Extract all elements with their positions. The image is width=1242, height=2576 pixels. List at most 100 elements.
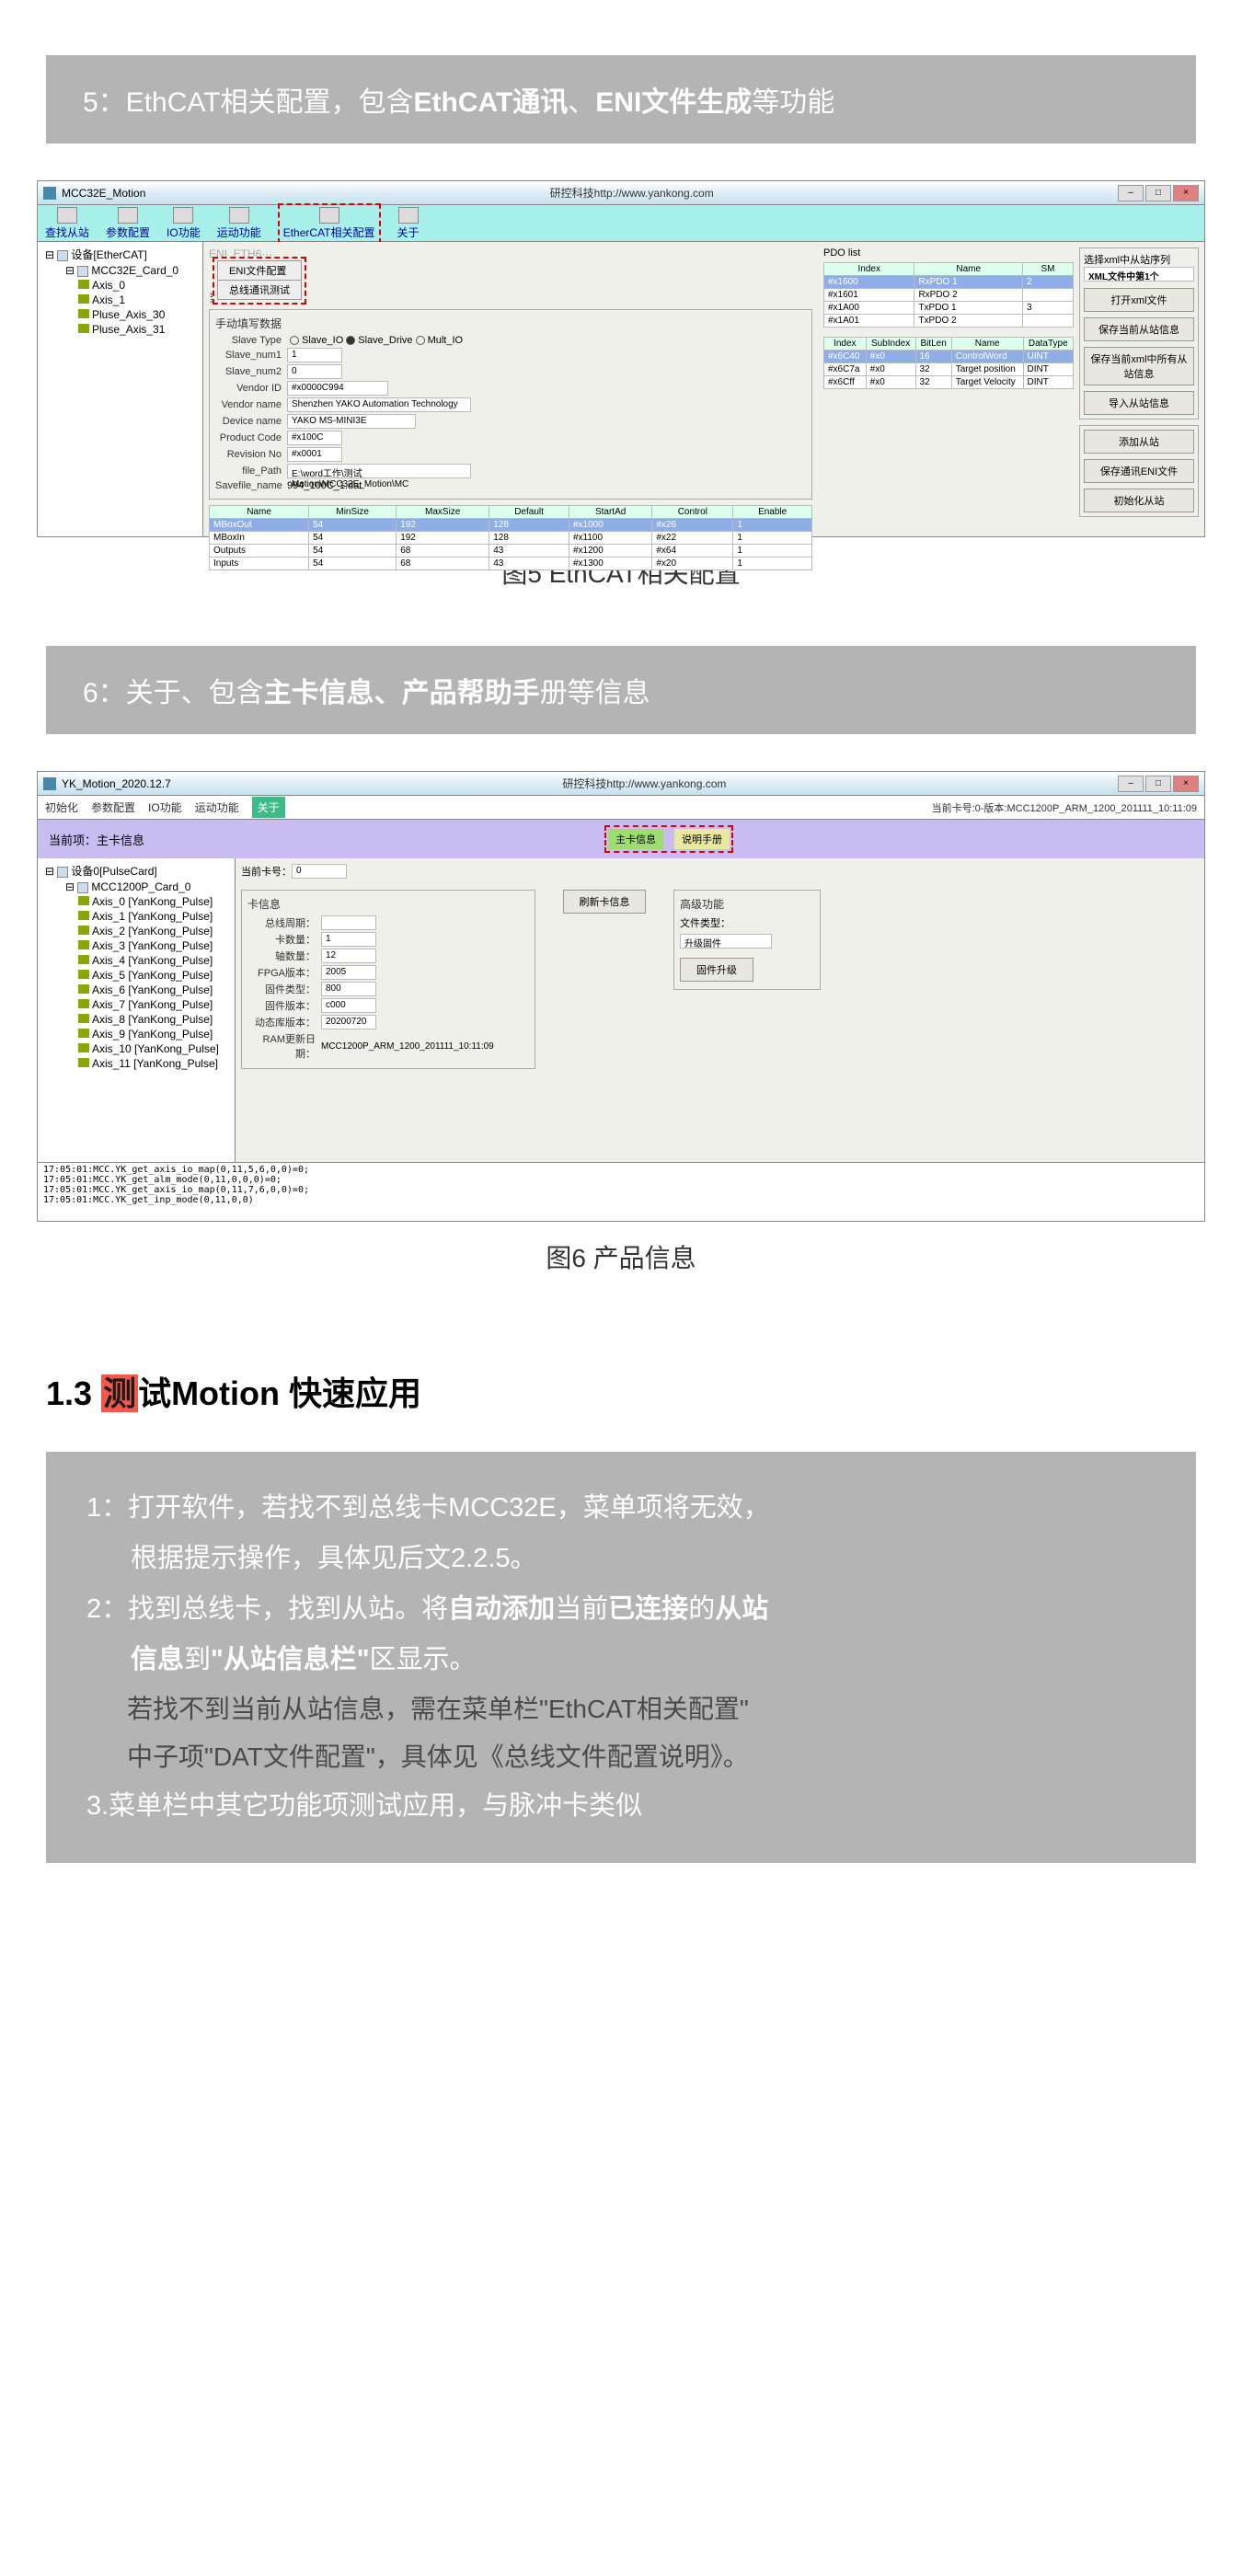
card-num-input[interactable]: 0 (292, 864, 347, 879)
tree-panel: ⊟ 设备[EtherCAT] ⊟ MCC32E_Card_0 Axis_0 Ax… (38, 242, 203, 536)
toolbar-ethcat[interactable]: EtherCAT相关配置 (283, 207, 375, 240)
io-icon (173, 207, 193, 224)
tree-axis[interactable]: Axis_0 [YanKong_Pulse] (41, 894, 231, 909)
table-row[interactable]: #x1601RxPDO 2 (824, 289, 1074, 302)
tree-axis[interactable]: Axis_9 [YanKong_Pulse] (41, 1027, 231, 1041)
table-row[interactable]: Inputs546843#x1300#x201 (210, 558, 812, 570)
save-info-button[interactable]: 保存当前从站信息 (1084, 317, 1194, 341)
tree-axis1[interactable]: Axis_1 (41, 293, 199, 307)
tree-axis[interactable]: Axis_6 [YanKong_Pulse] (41, 983, 231, 997)
init-slave-button[interactable]: 初始化从站 (1084, 489, 1194, 512)
app-icon (43, 777, 56, 790)
tree-axis[interactable]: Axis_10 [YanKong_Pulse] (41, 1041, 231, 1056)
tree-card[interactable]: ⊟ MCC32E_Card_0 (41, 263, 199, 278)
tree-axis[interactable]: Axis_5 [YanKong_Pulse] (41, 968, 231, 983)
topright-info: 当前卡号:0-版本:MCC1200P_ARM_1200_201111_10:11… (932, 800, 1197, 815)
dropdown-eni[interactable]: ENI文件配置 (217, 260, 302, 281)
toolbar-motion[interactable]: 运动功能 (217, 207, 261, 240)
refresh-button[interactable]: 刷新卡信息 (563, 890, 646, 914)
table-row[interactable]: #x6C40#x016ControlWordUINT (824, 351, 1074, 363)
motion-icon (229, 207, 249, 224)
tree-axis[interactable]: Axis_2 [YanKong_Pulse] (41, 924, 231, 938)
toolbar-io[interactable]: IO功能 (167, 207, 201, 240)
pdo2-table: IndexSubIndexBitLenNameDataType#x6C40#x0… (823, 337, 1074, 389)
file-path-input[interactable]: E:\word工作\测试Motion\MCC32E_Motion\MC (287, 464, 471, 478)
menu-io[interactable]: IO功能 (148, 799, 182, 815)
xml-select[interactable]: XML文件中第1个 (1084, 267, 1194, 282)
menu-motion[interactable]: 运动功能 (195, 799, 239, 815)
titlebar2: YK_Motion_2020.12.7 研控科技http://www.yanko… (38, 772, 1204, 796)
table-row[interactable]: #x1600RxPDO 12 (824, 276, 1074, 289)
table-row[interactable]: Outputs546843#x1200#x641 (210, 545, 812, 558)
about-icon (398, 207, 419, 224)
radio-slave-drive[interactable] (346, 336, 355, 345)
table-row[interactable]: #x1A00TxPDO 13 (824, 302, 1074, 315)
section-1-3-heading: 1.3 测试Motion 快速应用 (46, 1367, 1196, 1415)
filetype-select[interactable]: 升级固件 (680, 934, 772, 949)
tree-axis[interactable]: Axis_1 [YanKong_Pulse] (41, 909, 231, 924)
tree-axis[interactable]: Axis_11 [YanKong_Pulse] (41, 1056, 231, 1071)
radio-slave-io[interactable] (290, 336, 299, 345)
close-button[interactable]: × (1173, 776, 1199, 792)
search-icon (57, 207, 77, 224)
xml-select-label: 选择xml中从站序列 (1084, 252, 1194, 267)
tree-axis[interactable]: Axis_7 [YanKong_Pulse] (41, 997, 231, 1012)
tree-axis0[interactable]: Axis_0 (41, 278, 199, 293)
dropdown-bus[interactable]: 总线通讯测试 (217, 280, 302, 300)
table-row[interactable]: #x1A01TxPDO 2 (824, 315, 1074, 328)
tree-axis[interactable]: Axis_3 [YanKong_Pulse] (41, 938, 231, 953)
maximize-button[interactable]: □ (1145, 776, 1171, 792)
count-val: 1 (321, 932, 376, 947)
tree-axis[interactable]: Axis_8 [YanKong_Pulse] (41, 1012, 231, 1027)
table-row[interactable]: MBoxOut54192128#x1000#x261 (210, 519, 812, 532)
tree-card2[interactable]: ⊟ MCC1200P_Card_0 (41, 880, 231, 894)
table-row[interactable]: #x6Cff#x032Target VelocityDINT (824, 376, 1074, 389)
vendor-id-input[interactable]: #x0000C994 (287, 381, 388, 396)
manual-button[interactable]: 说明手册 (674, 829, 730, 849)
lib-val: 20200720 (321, 1015, 376, 1029)
maximize-button[interactable]: □ (1145, 185, 1171, 201)
menu-about[interactable]: 关于 (252, 797, 285, 818)
tree-p31[interactable]: Pluse_Axis_31 (41, 322, 199, 337)
instruction-block: 1：打开软件，若找不到总线卡MCC32E，菜单项将无效， 根据提示操作，具体见后… (46, 1452, 1196, 1863)
ethcat-icon (319, 207, 339, 224)
close-button[interactable]: × (1173, 185, 1199, 201)
gear-icon (118, 207, 138, 224)
toolbar: 查找从站 参数配置 IO功能 运动功能 EtherCAT相关配置 关于 (38, 205, 1204, 242)
slave-num1-input[interactable]: 1 (287, 348, 342, 362)
import-button[interactable]: 导入从站信息 (1084, 391, 1194, 415)
minimize-button[interactable]: – (1118, 776, 1144, 792)
section6-header: 6：关于、包含主卡信息、产品帮助手册等信息 (46, 646, 1196, 734)
app-title: YK_Motion_2020.12.7 (62, 777, 171, 790)
upgrade-button[interactable]: 固件升级 (680, 958, 753, 982)
add-slave-button[interactable]: 添加从站 (1084, 430, 1194, 454)
savefile-text: 994_100C_1.dat (287, 480, 362, 491)
table-row[interactable]: MBoxIn54192128#x1100#x221 (210, 532, 812, 545)
vendor-name-input[interactable]: Shenzhen YAKO Automation Technology (287, 397, 471, 412)
save-all-button[interactable]: 保存当前xml中所有从站信息 (1084, 347, 1194, 385)
radio-mult-io[interactable] (416, 336, 425, 345)
tree-root[interactable]: ⊟ 设备[EtherCAT] (41, 246, 199, 263)
about-submenu-highlight: 主卡信息 说明手册 (604, 825, 733, 853)
device-name-input[interactable]: YAKO MS-MINI3E (287, 414, 416, 429)
product-code-input[interactable]: #x100C (287, 431, 342, 445)
save-eni-button[interactable]: 保存通讯ENI文件 (1084, 459, 1194, 483)
minimize-button[interactable]: – (1118, 185, 1144, 201)
toolbar-param[interactable]: 参数配置 (106, 207, 150, 240)
section5-header: 5：EthCAT相关配置，包含EthCAT通讯、ENI文件生成等功能 (46, 55, 1196, 144)
card-info-button[interactable]: 主卡信息 (608, 829, 663, 849)
tree-axis[interactable]: Axis_4 [YanKong_Pulse] (41, 953, 231, 968)
table-row[interactable]: #x6C7a#x032Target positionDINT (824, 363, 1074, 376)
tree-root2[interactable]: ⊟ 设备0[PulseCard] (41, 862, 231, 880)
open-xml-button[interactable]: 打开xml文件 (1084, 288, 1194, 312)
caption6: 图6 产品信息 (0, 1238, 1242, 1275)
toolbar-find[interactable]: 查找从站 (45, 207, 89, 240)
revision-input[interactable]: #x0001 (287, 447, 342, 462)
menu-param[interactable]: 参数配置 (91, 799, 135, 815)
menu-init[interactable]: 初始化 (45, 799, 78, 815)
slave-num2-input[interactable]: 0 (287, 364, 342, 379)
tree-p30[interactable]: Pluse_Axis_30 (41, 307, 199, 322)
toolbar-about[interactable]: 关于 (397, 207, 420, 240)
filetype-label: 文件类型： (680, 915, 730, 930)
titlebar-url: 研控科技http://www.yankong.com (550, 185, 714, 201)
